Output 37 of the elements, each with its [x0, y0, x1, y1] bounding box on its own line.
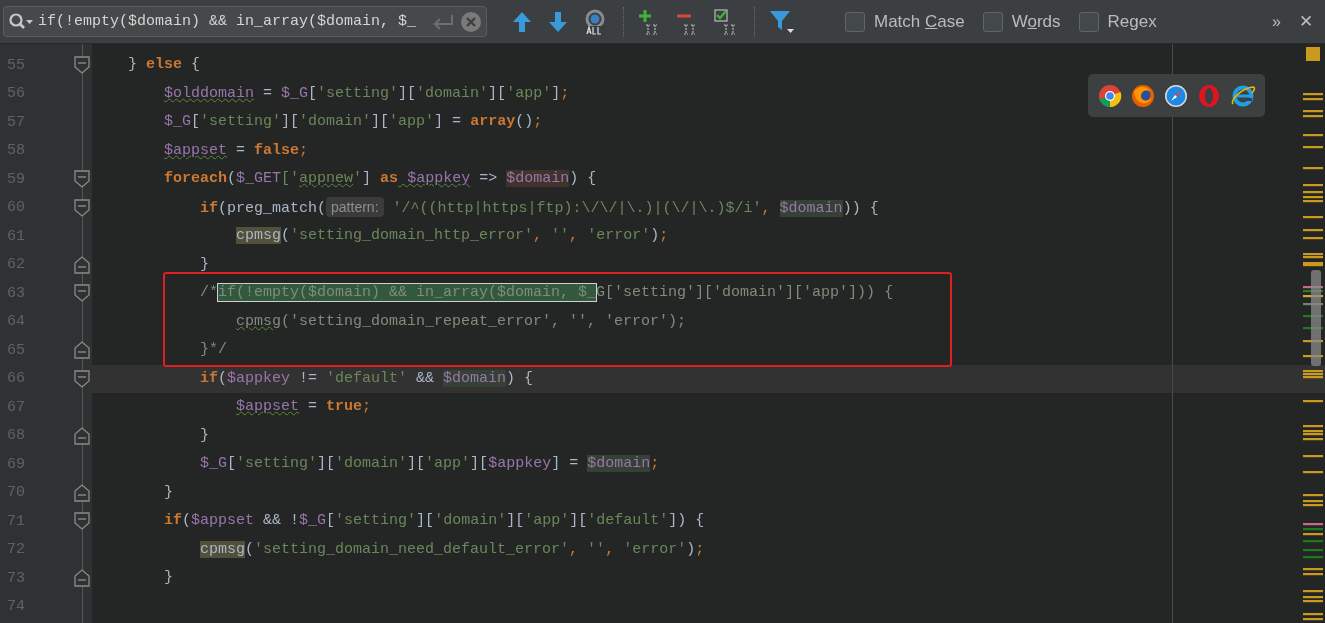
code-line: $_G['setting']['domain']['app'] = array(); — [164, 112, 543, 133]
compass-icon[interactable] — [1163, 83, 1188, 108]
code-line: cpmsg('setting_domain_http_error', '', 'error'); — [236, 226, 669, 247]
code-line: if($appkey != 'default' && $domain) { — [200, 368, 534, 389]
clear-icon[interactable] — [460, 10, 482, 33]
arrow-down-icon[interactable] — [547, 9, 569, 34]
code-line: cpmsg('setting_domain_repeat_error', '', 'error'); — [236, 311, 687, 332]
fold-marker-icon[interactable] — [74, 369, 90, 388]
code-line: } — [200, 425, 209, 446]
code-line: } else { — [128, 55, 201, 76]
code-line: if(preg_match( pattern: '/^((http|https|ftp):\/\/|\.)|(\/|\.)$/i', $domain)) { — [200, 196, 879, 219]
checkbox-label[interactable]: Match Case — [874, 11, 965, 32]
opera-icon[interactable] — [1196, 83, 1221, 108]
chrome-icon[interactable] — [1097, 83, 1122, 108]
internet-explorer-icon[interactable] — [1229, 83, 1256, 108]
code-line: cpmsg('setting_domain_need_default_error', '', 'error'); — [200, 539, 705, 560]
search-field[interactable]: if(!empty($domain) && in_array($domain, $_ — [3, 6, 487, 37]
filter-icon[interactable] — [769, 8, 795, 35]
checkbox[interactable] — [982, 11, 1003, 32]
code-line: if($appset && !$_G['setting']['domain']['app']['default']) { — [164, 511, 705, 532]
checkbox[interactable] — [845, 11, 865, 32]
code-line: } — [200, 254, 209, 275]
more-options-button[interactable]: » — [1272, 12, 1281, 31]
code-line: } — [164, 482, 173, 503]
code-line: $olddomain = $_G['setting']['domain']['app']; — [164, 83, 570, 104]
code-line: } — [164, 568, 173, 589]
code-line: }*/ — [200, 340, 227, 361]
fold-marker-icon[interactable] — [74, 198, 90, 217]
checkbox[interactable] — [1078, 11, 1099, 32]
code-line: foreach($_GET['appnew'] as $appkey => $domain) { — [164, 169, 597, 190]
code-line: $appset = false; — [164, 140, 309, 161]
code-line: $_G['setting']['domain']['app'][$appkey] = $domain; — [200, 454, 660, 475]
code-line: $appset = true; — [236, 397, 372, 418]
close-button[interactable]: ✕ — [1299, 11, 1313, 32]
firefox-icon[interactable] — [1130, 83, 1155, 108]
checkbox-label[interactable]: Regex — [1107, 11, 1157, 32]
checkbox-label[interactable]: Words — [1011, 11, 1061, 32]
